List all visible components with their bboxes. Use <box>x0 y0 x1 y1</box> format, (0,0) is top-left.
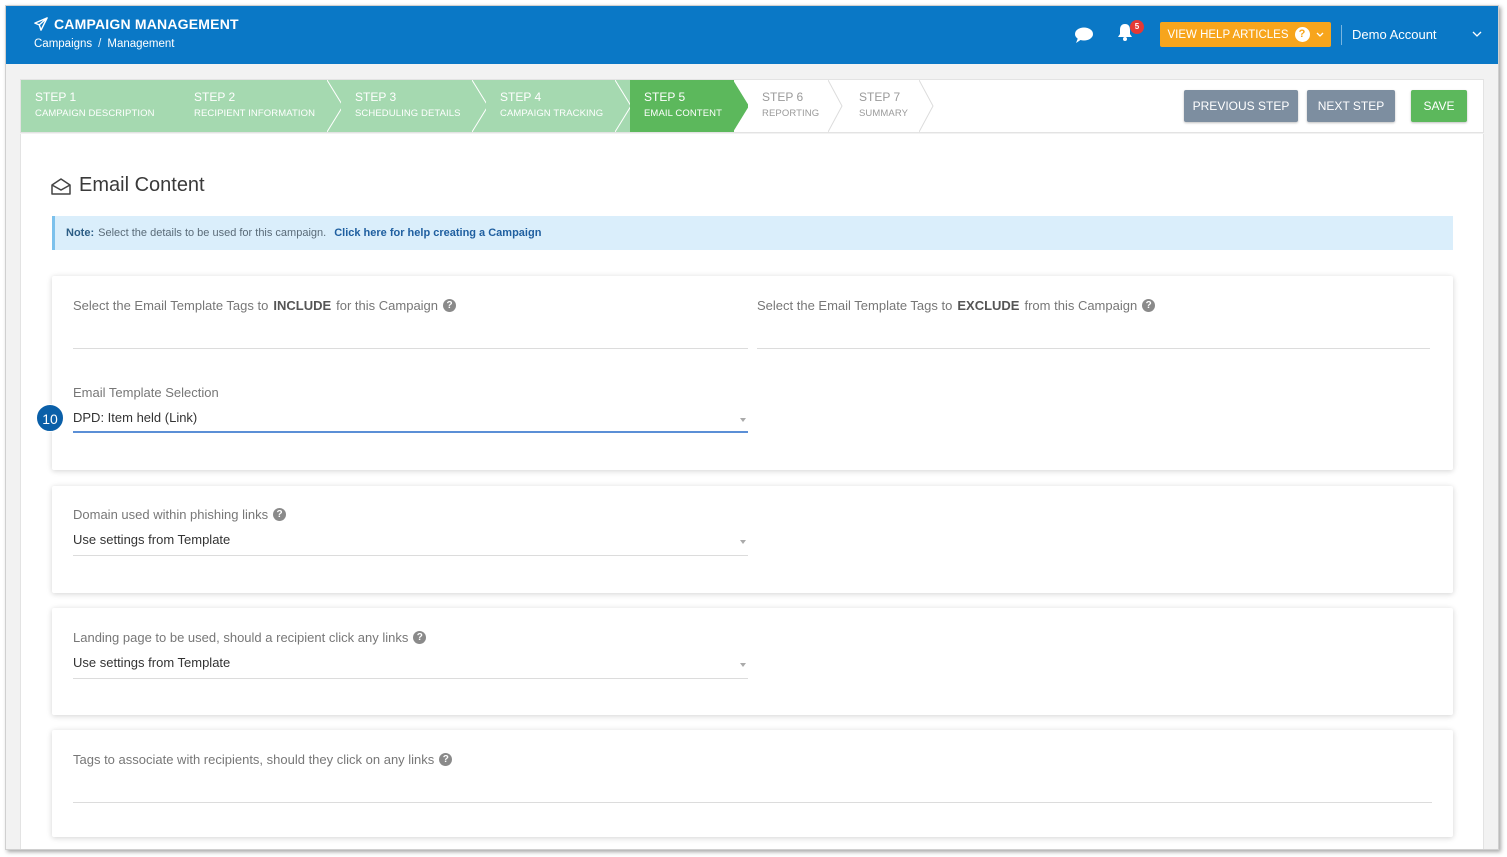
breadcrumb-campaigns[interactable]: Campaigns <box>34 38 92 50</box>
step-label: REPORTING <box>762 108 820 119</box>
header-divider <box>1341 25 1342 45</box>
dropdown-caret-icon[interactable] <box>740 540 746 544</box>
page-title-text: Email Content <box>79 174 205 196</box>
domain-label-text: Domain used within phishing links <box>73 507 269 522</box>
step-summary[interactable]: STEP 7 SUMMARY <box>845 80 925 132</box>
step-label: SUMMARY <box>859 108 909 119</box>
step-label: EMAIL CONTENT <box>644 108 723 119</box>
view-help-articles-button[interactable]: VIEW HELP ARTICLES ? <box>1160 22 1331 47</box>
previous-step-button[interactable]: PREVIOUS STEP <box>1184 90 1298 122</box>
step-scheduling-details[interactable]: STEP 3 SCHEDULING DETAILS <box>341 80 486 132</box>
step-chevron <box>733 80 749 132</box>
notifications-button[interactable]: 5 <box>1116 20 1144 46</box>
page-title: Email Content <box>51 174 205 197</box>
recipient-tags-label: Tags to associate with recipients, shoul… <box>73 752 453 767</box>
next-step-button[interactable]: NEXT STEP <box>1307 90 1395 122</box>
domain-select[interactable]: Use settings from Template <box>73 532 230 547</box>
save-button[interactable]: SAVE <box>1411 90 1467 122</box>
info-note: Note: Select the details to be used for … <box>52 216 1453 250</box>
domain-label: Domain used within phishing links ? <box>73 507 287 522</box>
wizard-steps: STEP 1 CAMPAIGN DESCRIPTION STEP 2 RECIP… <box>20 79 1484 133</box>
step-number: STEP 6 <box>762 90 804 104</box>
exclude-label-prefix: Select the Email Template Tags to <box>757 298 953 313</box>
exclude-tags-label: Select the Email Template Tags to EXCLUD… <box>757 298 1156 313</box>
template-card: Select the Email Template Tags to INCLUD… <box>36 276 1453 470</box>
paper-plane-icon <box>34 17 48 31</box>
callout-marker: 10 <box>36 404 64 432</box>
step-number: STEP 2 <box>194 90 236 104</box>
include-label-keyword: INCLUDE <box>273 298 332 313</box>
step-number: STEP 3 <box>355 90 397 104</box>
step-label: CAMPAIGN DESCRIPTION <box>35 108 155 119</box>
email-template-label: Email Template Selection <box>73 385 219 400</box>
landing-label-text: Landing page to be used, should a recipi… <box>73 630 409 645</box>
note-text: Select the details to be used for this c… <box>98 227 327 239</box>
include-tags-label: Select the Email Template Tags to INCLUD… <box>73 298 457 313</box>
dropdown-caret-icon[interactable] <box>740 663 746 667</box>
question-icon: ? <box>1294 27 1310 42</box>
envelope-open-icon <box>51 177 71 195</box>
step-email-content[interactable]: STEP 5 EMAIL CONTENT <box>630 80 734 132</box>
help-button-label: VIEW HELP ARTICLES <box>1167 28 1289 41</box>
include-label-prefix: Select the Email Template Tags to <box>73 298 269 313</box>
landing-page-card: Landing page to be used, should a recipi… <box>52 608 1453 715</box>
step-reporting[interactable]: STEP 6 REPORTING <box>748 80 828 132</box>
dropdown-caret-icon[interactable] <box>740 418 746 422</box>
email-template-underline <box>73 431 748 433</box>
recipient-tags-card: Tags to associate with recipients, shoul… <box>52 730 1453 837</box>
help-circle-icon[interactable]: ? <box>443 299 457 312</box>
step-chevron <box>919 80 934 132</box>
breadcrumb-separator: / <box>98 38 102 50</box>
top-bar: CAMPAIGN MANAGEMENT Campaigns / Manageme… <box>6 6 1498 64</box>
step-number: STEP 5 <box>644 90 686 104</box>
exclude-tags-input[interactable] <box>757 348 1430 349</box>
step-label: SCHEDULING DETAILS <box>355 108 461 119</box>
account-menu[interactable]: Demo Account <box>1352 27 1482 42</box>
app-window: CAMPAIGN MANAGEMENT Campaigns / Manageme… <box>5 5 1499 850</box>
chevron-down-icon <box>1472 31 1482 37</box>
recipient-tags-label-text: Tags to associate with recipients, shoul… <box>73 752 435 767</box>
landing-page-label: Landing page to be used, should a recipi… <box>73 630 427 645</box>
note-label: Note: <box>66 227 95 239</box>
step-recipient-information[interactable]: STEP 2 RECIPIENT INFORMATION <box>180 80 343 132</box>
step-chevron <box>828 80 843 132</box>
notification-badge: 5 <box>1130 20 1144 34</box>
app-title: CAMPAIGN MANAGEMENT <box>34 16 239 32</box>
breadcrumb: Campaigns / Management <box>34 38 175 50</box>
landing-page-underline <box>73 678 748 679</box>
help-circle-icon[interactable]: ? <box>273 508 287 521</box>
step-label: CAMPAIGN TRACKING <box>500 108 604 119</box>
step-number: STEP 1 <box>35 90 77 104</box>
step-chevron <box>615 80 631 132</box>
domain-underline <box>73 555 748 556</box>
include-label-suffix: for this Campaign <box>336 298 439 313</box>
exclude-label-keyword: EXCLUDE <box>957 298 1020 313</box>
step-label: RECIPIENT INFORMATION <box>194 108 316 119</box>
account-name: Demo Account <box>1352 27 1437 42</box>
step-campaign-description[interactable]: STEP 1 CAMPAIGN DESCRIPTION <box>21 80 183 132</box>
chevron-down-icon <box>1316 32 1323 37</box>
email-template-select[interactable]: DPD: Item held (Link) <box>73 410 197 425</box>
step-number: STEP 7 <box>859 90 901 104</box>
landing-page-select[interactable]: Use settings from Template <box>73 655 230 670</box>
exclude-label-suffix: from this Campaign <box>1024 298 1138 313</box>
app-title-text: CAMPAIGN MANAGEMENT <box>54 16 239 32</box>
chat-icon[interactable] <box>1074 26 1094 44</box>
domain-card: Domain used within phishing links ? Use … <box>52 486 1453 593</box>
step-campaign-tracking[interactable]: STEP 4 CAMPAIGN TRACKING <box>486 80 631 132</box>
main-content: Email Content Note: Select the details t… <box>20 134 1484 849</box>
help-circle-icon[interactable]: ? <box>413 631 427 644</box>
include-tags-input[interactable] <box>73 348 748 349</box>
recipient-tags-input[interactable] <box>73 802 1432 803</box>
help-creating-campaign-link[interactable]: Click here for help creating a Campaign <box>334 227 541 239</box>
breadcrumb-management[interactable]: Management <box>107 38 174 50</box>
help-circle-icon[interactable]: ? <box>1142 299 1156 312</box>
step-number: STEP 4 <box>500 90 542 104</box>
help-circle-icon[interactable]: ? <box>439 753 453 766</box>
